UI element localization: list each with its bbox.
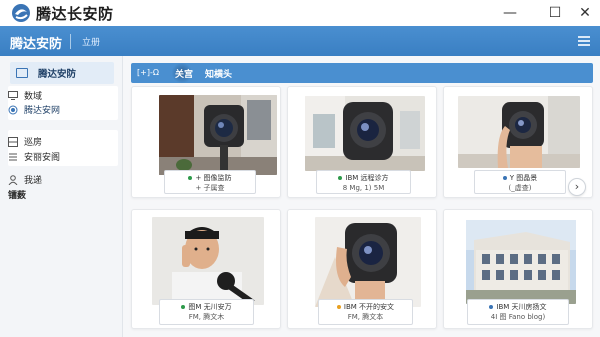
caption-text: 图M 无川安万	[188, 303, 232, 311]
sidebar-item-2[interactable]: 腾达安网	[8, 103, 60, 116]
camera-photo-2	[305, 96, 425, 171]
camera-grid: + 图像监防 + 子属查 IBM 远程诊方 8 Mg, 1) 5M Y 图晶景 …	[131, 86, 593, 331]
status-dot	[338, 176, 343, 180]
radio-dot-icon	[8, 105, 18, 115]
sidebar-item-5[interactable]: 我递	[8, 173, 42, 186]
caption-text: IBM 不开的安文	[343, 303, 395, 311]
sidebar-item-label: 我递	[24, 176, 43, 186]
status-dot	[489, 305, 494, 309]
nav-brand[interactable]: 腾达安防	[10, 33, 62, 52]
tab-2[interactable]: 知横头	[205, 67, 232, 80]
app-logo-icon	[12, 4, 30, 22]
camera-caption: IBM 远程诊方 8 Mg, 1) 5M	[316, 170, 411, 194]
sidebar-item-6[interactable]: 镭薮	[8, 188, 26, 201]
app-title: 腾达长安防	[36, 5, 114, 23]
sidebar-item-3[interactable]: 巡房	[8, 135, 42, 148]
camera-caption-line2: FM, 腾文木	[188, 313, 225, 321]
top-nav-bar: 腾达安防 立册	[0, 26, 600, 56]
hamburger-menu-icon[interactable]	[578, 36, 590, 46]
list-icon	[8, 152, 18, 162]
sidebar-item-label: 镭薮	[8, 191, 27, 201]
camera-caption-line1: + 图像监防	[165, 173, 255, 183]
minimize-button[interactable]: —	[500, 4, 520, 22]
camera-photo-1	[159, 95, 277, 175]
status-dot	[181, 305, 186, 309]
maximize-button[interactable]: ☐	[545, 4, 565, 22]
camera-card[interactable]: IBM 天川房扬文 4I 图 Fano blog)	[443, 209, 593, 329]
status-dot	[188, 176, 193, 180]
toolbar-icon[interactable]: [+]-Ω	[137, 68, 159, 79]
main-panel: [+]-Ω 关宫 知横头 + 图像监防 + 子属查 IBM 远程诊方 8 Mg,…	[123, 56, 600, 337]
camera-card[interactable]: + 图像监防 + 子属查	[131, 86, 281, 198]
caption-text: IBM 天川房扬文	[496, 303, 547, 311]
camera-photo-4	[152, 217, 264, 305]
camera-photo-3	[458, 96, 580, 168]
sidebar-item-label: 数域	[24, 92, 43, 102]
camera-caption-line2: 8 Mg, 1) 5M	[342, 184, 385, 192]
sidebar-header[interactable]: 腾达安防	[10, 62, 114, 84]
caption-text: Y 图晶景	[509, 174, 538, 182]
sidebar: 腾达安防 数域 腾达安网 巡房 安丽安阁 我递 镭薮	[0, 56, 123, 337]
sidebar-item-label: 安丽安阁	[24, 153, 61, 163]
camera-caption: IBM 天川房扬文 4I 图 Fano blog)	[467, 299, 569, 325]
close-button[interactable]: ✕	[575, 4, 595, 22]
camera-caption-line2: (_虚查)	[508, 184, 532, 192]
status-dot	[336, 305, 341, 309]
camera-caption-line2: FM, 腾文本	[347, 313, 384, 321]
camera-photo-6	[466, 220, 576, 304]
sidebar-item-label: 腾达安网	[24, 106, 61, 116]
camera-caption-line1: IBM 远程诊方	[317, 173, 410, 183]
camera-caption: Y 图晶景 (_虚查)	[474, 170, 566, 194]
grid-box-icon	[8, 136, 18, 147]
tab-1[interactable]: 关宫	[175, 67, 193, 80]
camera-caption-line1: 图M 无川安万	[160, 302, 253, 312]
monitor-icon	[8, 91, 18, 101]
camera-card[interactable]: IBM 远程诊方 8 Mg, 1) 5M	[287, 86, 437, 198]
camera-caption-line1: Y 图晶景	[475, 173, 565, 183]
camera-card[interactable]: IBM 不开的安文 FM, 腾文本	[287, 209, 437, 329]
caption-text: IBM 远程诊方	[345, 174, 389, 182]
camera-photo-5	[315, 217, 421, 307]
status-dot	[502, 176, 507, 180]
sidebar-item-4[interactable]: 安丽安阁	[8, 150, 60, 163]
nav-link[interactable]: 立册	[82, 35, 100, 48]
camera-caption: 图M 无川安万 FM, 腾文木	[159, 299, 254, 325]
window-icon	[16, 68, 28, 78]
title-bar: 腾达长安防 — ☐ ✕	[0, 0, 600, 26]
sidebar-header-label: 腾达安防	[38, 69, 77, 80]
nav-divider	[70, 34, 71, 49]
sidebar-item-label: 巡房	[24, 138, 43, 148]
camera-card[interactable]: 图M 无川安万 FM, 腾文木	[131, 209, 281, 329]
next-page-button[interactable]: ›	[568, 178, 586, 196]
camera-caption-line2: 4I 图 Fano blog)	[490, 313, 546, 321]
camera-caption: + 图像监防 + 子属查	[164, 170, 256, 194]
camera-caption-line2: + 子属查	[195, 184, 225, 192]
tab-bar: [+]-Ω 关宫 知横头	[131, 63, 593, 83]
camera-caption: IBM 不开的安文 FM, 腾文本	[318, 299, 413, 325]
camera-caption-line1: IBM 不开的安文	[319, 302, 412, 312]
user-icon	[8, 174, 18, 185]
sidebar-item-1[interactable]: 数域	[8, 89, 42, 102]
camera-caption-line1: IBM 天川房扬文	[468, 302, 568, 312]
